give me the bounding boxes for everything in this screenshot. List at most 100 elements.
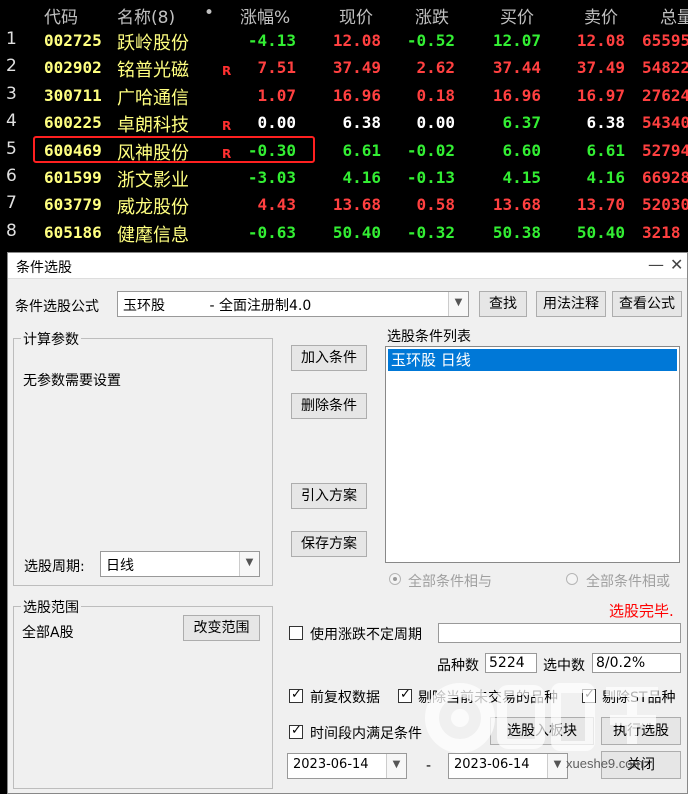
save-plan-button[interactable]: 保存方案 [291,531,367,557]
header-code[interactable]: 代码 [44,3,78,28]
period-select[interactable]: 日线 ▼ [100,551,260,577]
header-buy[interactable]: 买价 [500,3,534,28]
cell-pct: 1.07 [257,85,296,105]
table-row[interactable]: 3 300711 广哈通信 1.07 16.96 0.18 16.96 16.97 27624 [0,81,688,109]
radio-and-label: 全部条件相与 [408,574,492,590]
chevron-down-icon[interactable]: ▼ [239,552,259,576]
header-vol[interactable]: 总量 [660,3,688,28]
run-screen-button[interactable]: 执行选股 [601,717,681,745]
date-to-value: 2023-06-14 [454,757,530,772]
cell-pct: -3.03 [247,168,296,187]
selected-label: 选中数 [543,658,585,674]
delete-condition-button[interactable]: 删除条件 [291,393,367,419]
minimize-icon[interactable]: — [648,255,664,274]
restore-checkbox[interactable] [289,687,303,703]
selected-value: 8/0.2% [592,653,681,673]
cell-pct: -4.13 [247,31,296,50]
status-text: 选股完毕. [609,602,674,620]
count-value: 5224 [485,653,537,673]
condition-list[interactable]: 玉环股 日线 [385,346,680,563]
add-condition-button[interactable]: 加入条件 [291,345,367,371]
row-index: 3 [6,83,17,104]
list-item[interactable]: 玉环股 日线 [388,349,677,371]
header-chg[interactable]: 涨跌 [415,3,449,28]
formula-label: 条件选股公式 [15,299,99,315]
cell-vol: 54340 [642,113,688,133]
table-row[interactable]: 7 603779 威龙股份 4.43 13.68 0.58 13.68 13.70 52030 [0,190,688,219]
period-condition-label: 时间段内满足条件 [310,726,422,742]
chevron-down-icon[interactable]: ▼ [547,754,567,778]
range-value: 全部A股 [22,625,74,641]
cell-chg: -0.32 [406,222,455,242]
header-dot: • [204,3,215,23]
stock-code: 601599 [44,168,102,187]
stock-name: 跃岭股份 [117,33,189,54]
row-index: 4 [6,111,17,132]
import-plan-button[interactable]: 引入方案 [291,483,367,509]
cell-buy: 6.37 [502,113,541,133]
usage-notes-button[interactable]: 用法注释 [536,291,606,317]
cell-pct: 4.43 [257,195,296,215]
cell-buy: 6.60 [502,140,541,160]
table-row[interactable]: 4 600225 卓朗科技 R 0.00 6.38 0.00 6.37 6.38 54340 [0,108,688,136]
cell-price: 6.61 [342,140,381,160]
row-index: 1 [6,29,17,49]
find-button[interactable]: 查找 [479,291,527,317]
close-button[interactable]: 关闭 [601,751,681,779]
header-sell[interactable]: 卖价 [584,3,618,28]
cell-chg: 0.58 [416,195,455,215]
highlight-box [33,136,315,163]
cell-chg: -0.13 [406,168,455,187]
date-separator: - [426,758,432,774]
stock-name: 广哈通信 [117,87,189,109]
stock-quote-table: 代码 名称(8) • 涨幅% 现价 涨跌 买价 卖价 总量 1 002725 跃岭股… [0,0,688,247]
use-variable-period-checkbox[interactable] [289,626,303,640]
header-name[interactable]: 名称(8) [117,3,175,28]
stock-name: 威龙股份 [117,197,189,219]
stock-code: 605186 [44,222,102,242]
cell-vol: 3218 [642,222,681,242]
period-label: 选股周期: [24,559,85,575]
formula-value: 玉环股 - 全面注册制4.0 [123,298,312,314]
date-from-picker[interactable]: 2023-06-14 ▼ [287,753,407,779]
cell-chg: -0.52 [406,31,455,50]
date-to-picker[interactable]: 2023-06-14 ▼ [448,753,568,779]
header-price[interactable]: 现价 [339,3,373,28]
close-icon[interactable]: ✕ [670,255,683,274]
cell-pct: 0.00 [257,113,296,133]
cell-chg: 0.00 [416,113,455,133]
stock-name: 健麾信息 [117,224,189,246]
chevron-down-icon[interactable]: ▼ [386,754,406,778]
exclude-st-checkbox[interactable] [582,687,596,703]
dialog-title: 条件选股 [16,260,72,276]
stock-code: 600225 [44,113,102,133]
table-row[interactable]: 1 002725 跃岭股份 -4.13 12.08 -0.52 12.07 12.08 6559… [0,26,688,54]
period-value: 日线 [106,558,134,574]
cell-sell: 6.61 [586,140,625,160]
view-formula-button[interactable]: 查看公式 [612,291,682,317]
period-condition-checkbox[interactable] [289,723,303,739]
cell-buy: 4.15 [502,168,541,187]
change-range-button[interactable]: 改变范围 [183,615,260,641]
table-row[interactable]: 6 601599 浙文影业 -3.03 4.16 -0.13 4.15 4.16 66928 [0,163,688,191]
cell-vol: 52794 [642,140,688,160]
variable-period-input[interactable] [438,623,681,643]
cell-vol: 27624 [642,85,688,105]
formula-select[interactable]: 玉环股 - 全面注册制4.0 ▼ [117,291,469,317]
table-row[interactable]: 8 605186 健麾信息 -0.63 50.40 -0.32 50.38 50.40 3218 [0,218,688,246]
count-label: 品种数 [437,658,479,674]
cell-sell: 6.38 [586,113,625,133]
exclude-untraded-checkbox[interactable] [398,687,412,703]
radio-and[interactable] [389,573,401,585]
dialog-titlebar[interactable]: 条件选股 — ✕ [8,253,687,279]
cell-price: 4.16 [342,168,381,187]
cell-pct: 7.51 [257,58,296,78]
radio-or[interactable] [566,573,578,585]
add-to-board-button[interactable]: 选股入板块 [490,717,594,745]
table-row[interactable]: 2 002902 铭普光磁 R 7.51 37.49 2.62 37.44 37.49 54822 [0,53,688,81]
cell-chg: -0.02 [406,140,455,160]
chevron-down-icon[interactable]: ▼ [448,292,468,316]
use-variable-period-label: 使用涨跌不定周期 [310,627,422,643]
header-pct[interactable]: 涨幅% [240,3,290,28]
cell-buy: 13.68 [492,195,541,215]
